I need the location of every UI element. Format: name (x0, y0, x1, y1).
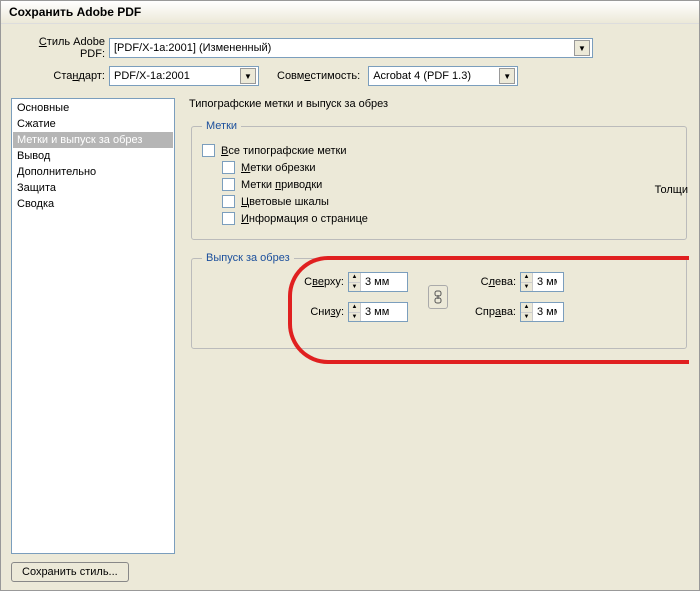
spinner-up-icon[interactable]: ▲ (521, 303, 532, 313)
bleed-left-spinner[interactable]: ▲▼ (520, 272, 564, 292)
checkbox-color-bars[interactable] (222, 195, 235, 208)
checkbox-trim-marks[interactable] (222, 161, 235, 174)
spinner-down-icon[interactable]: ▼ (521, 313, 532, 322)
checkbox-registration-marks[interactable] (222, 178, 235, 191)
all-marks-label: Все типографские метки (221, 145, 347, 157)
bleed-fieldset: Выпуск за обрез Сверху: ▲▼ С (191, 252, 687, 349)
sidebar-item-output[interactable]: Вывод (13, 148, 173, 164)
dialog-bottom: Сохранить стиль... (11, 554, 689, 582)
bleed-right-spinner[interactable]: ▲▼ (520, 302, 564, 322)
dialog-content: Стиль Adobe PDF: [PDF/X-1a:2001] (Измене… (1, 24, 699, 590)
trim-marks-label: Метки обрезки (241, 162, 316, 174)
bleed-bottom-input[interactable] (361, 303, 407, 321)
bleed-left-input[interactable] (533, 273, 561, 291)
pane-title: Типографские метки и выпуск за обрез (189, 98, 689, 110)
category-sidebar: Основные Сжатие Метки и выпуск за обрез … (11, 98, 175, 554)
sidebar-item-advanced[interactable]: Дополнительно (13, 164, 173, 180)
color-bars-label: Цветовые шкалы (241, 196, 329, 208)
thickness-label: Толщи (655, 184, 688, 196)
bleed-right-input[interactable] (533, 303, 561, 321)
dialog-window: Сохранить Adobe PDF Стиль Adobe PDF: [PD… (0, 0, 700, 591)
registration-marks-label: Метки приводки (241, 179, 322, 191)
sidebar-item-general[interactable]: Основные (13, 100, 173, 116)
style-value: [PDF/X-1a:2001] (Измененный) (114, 42, 570, 54)
bleed-legend: Выпуск за обрез (202, 252, 294, 264)
spinner-down-icon[interactable]: ▼ (521, 283, 532, 292)
chevron-down-icon[interactable]: ▼ (240, 68, 256, 84)
window-title: Сохранить Adobe PDF (1, 1, 699, 24)
sidebar-item-security[interactable]: Защита (13, 180, 173, 196)
bleed-right-label: Справа: (468, 306, 520, 318)
bleed-top-spinner[interactable]: ▲▼ (348, 272, 408, 292)
settings-pane: Типографские метки и выпуск за обрез Мет… (175, 98, 689, 554)
chevron-down-icon[interactable]: ▼ (499, 68, 515, 84)
save-style-button[interactable]: Сохранить стиль... (11, 562, 129, 582)
standard-value: PDF/X-1a:2001 (114, 70, 236, 82)
spinner-down-icon[interactable]: ▼ (349, 313, 360, 322)
link-icon (434, 290, 442, 304)
sidebar-item-compression[interactable]: Сжатие (13, 116, 173, 132)
spinner-up-icon[interactable]: ▲ (521, 273, 532, 283)
bleed-top-label: Сверху: (298, 276, 348, 288)
sidebar-item-summary[interactable]: Сводка (13, 196, 173, 212)
checkbox-page-info[interactable] (222, 212, 235, 225)
spinner-down-icon[interactable]: ▼ (349, 283, 360, 292)
compat-value: Acrobat 4 (PDF 1.3) (373, 70, 495, 82)
style-combo[interactable]: [PDF/X-1a:2001] (Измененный) ▼ (109, 38, 593, 58)
link-values-button[interactable] (428, 285, 448, 309)
bleed-left-label: Слева: (468, 276, 520, 288)
standard-combo[interactable]: PDF/X-1a:2001 ▼ (109, 66, 259, 86)
chevron-down-icon[interactable]: ▼ (574, 40, 590, 56)
style-label: Стиль Adobe PDF: (11, 36, 109, 60)
bleed-top-input[interactable] (361, 273, 407, 291)
bleed-bottom-spinner[interactable]: ▲▼ (348, 302, 408, 322)
sidebar-item-marks-bleed[interactable]: Метки и выпуск за обрез (13, 132, 173, 148)
compat-combo[interactable]: Acrobat 4 (PDF 1.3) ▼ (368, 66, 518, 86)
compat-label: Совместимость: (277, 70, 364, 82)
marks-legend: Метки (202, 120, 241, 132)
standard-label: Стандарт: (11, 70, 109, 82)
page-info-label: Информация о странице (241, 213, 368, 225)
checkbox-all-marks[interactable] (202, 144, 215, 157)
marks-fieldset: Метки Все типографские метки Метки обрез… (191, 120, 687, 240)
spinner-up-icon[interactable]: ▲ (349, 273, 360, 283)
spinner-up-icon[interactable]: ▲ (349, 303, 360, 313)
bleed-bottom-label: Снизу: (298, 306, 348, 318)
